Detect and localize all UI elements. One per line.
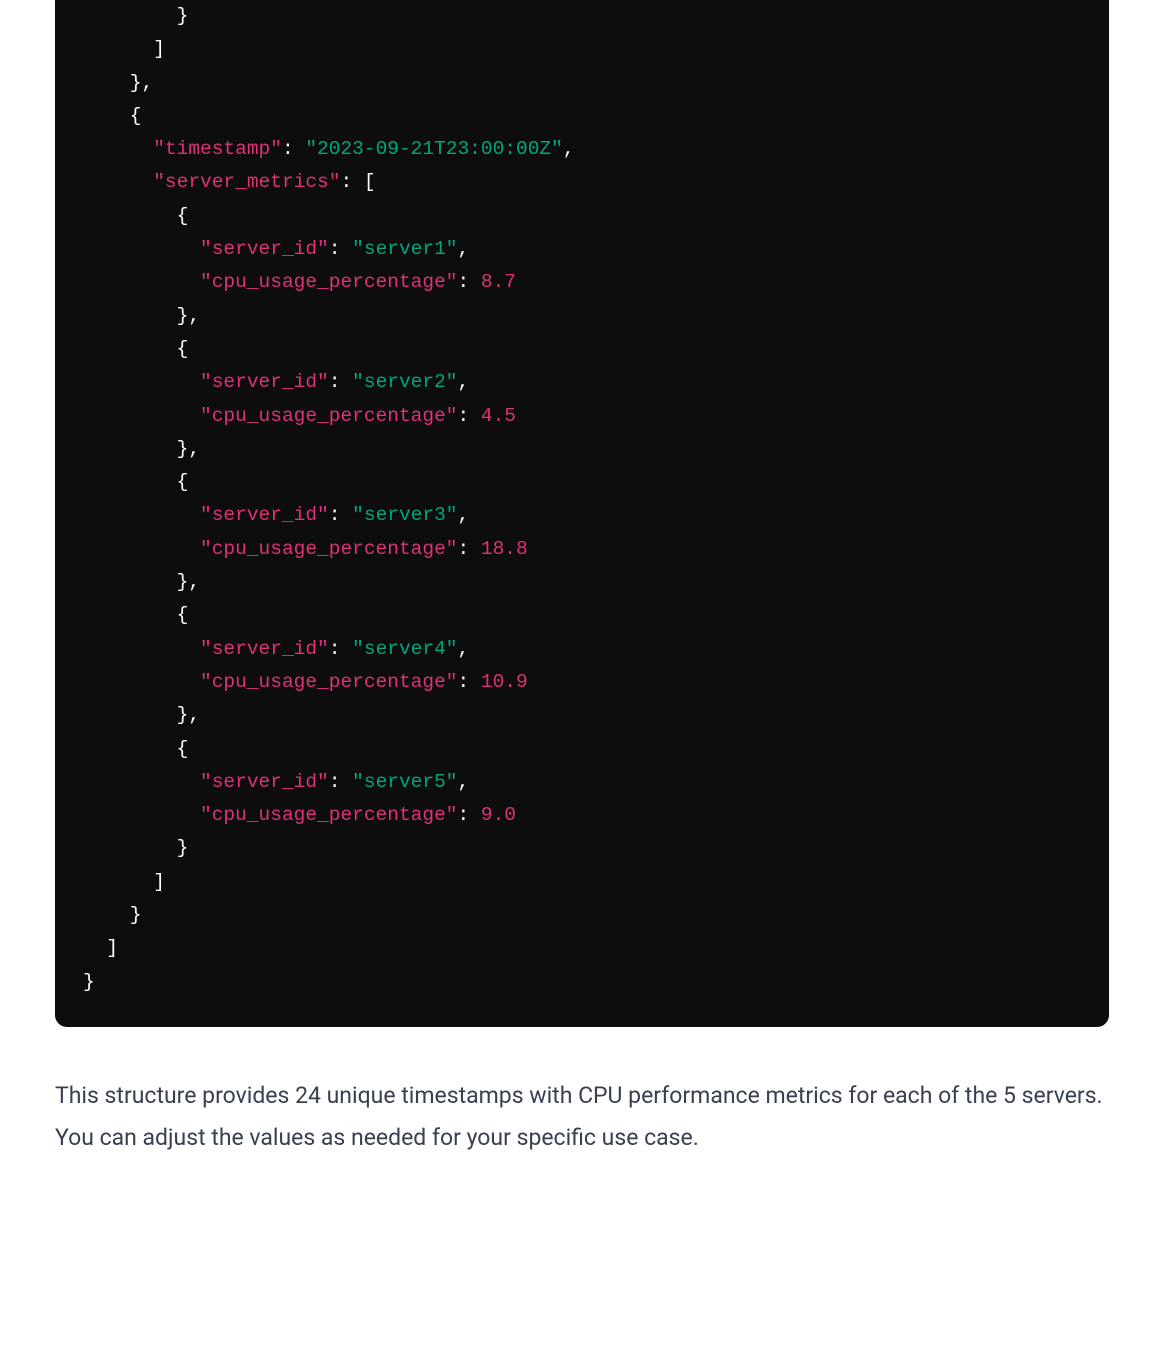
code-token: } xyxy=(83,5,188,27)
code-token xyxy=(83,371,200,393)
code-token: , xyxy=(458,638,470,660)
code-token: } xyxy=(83,971,95,993)
code-token: { xyxy=(83,738,188,760)
code-token: "cpu_usage_percentage" xyxy=(200,804,457,826)
code-token: }, xyxy=(83,305,200,327)
code-token xyxy=(83,771,200,793)
code-token xyxy=(83,238,200,260)
code-token: "server_id" xyxy=(200,238,329,260)
code-token xyxy=(83,538,200,560)
code-token: "server_id" xyxy=(200,504,329,526)
code-token: "cpu_usage_percentage" xyxy=(200,671,457,693)
code-token xyxy=(83,804,200,826)
code-token: : xyxy=(329,638,352,660)
code-token: : xyxy=(329,771,352,793)
code-token: "server_id" xyxy=(200,638,329,660)
code-token: ] xyxy=(83,937,118,959)
code-token: { xyxy=(83,604,188,626)
code-token: "timestamp" xyxy=(153,138,282,160)
code-token: 10.9 xyxy=(481,671,528,693)
code-token: : xyxy=(457,405,480,427)
explanation-text: This structure provides 24 unique timest… xyxy=(55,1075,1109,1159)
code-token: "server3" xyxy=(352,504,457,526)
code-token: "server_id" xyxy=(200,771,329,793)
code-token: : xyxy=(329,371,352,393)
code-token: "cpu_usage_percentage" xyxy=(200,271,457,293)
code-token: 18.8 xyxy=(481,538,528,560)
code-token: }, xyxy=(83,571,200,593)
code-token: "server2" xyxy=(352,371,457,393)
code-token: ] xyxy=(83,871,165,893)
code-token: : [ xyxy=(340,171,375,193)
code-token: }, xyxy=(83,438,200,460)
code-token: : xyxy=(282,138,305,160)
code-token: "server4" xyxy=(352,638,457,660)
code-token: 8.7 xyxy=(481,271,516,293)
code-token xyxy=(83,138,153,160)
code-token: }, xyxy=(83,72,153,94)
code-token: : xyxy=(457,804,480,826)
code-token: , xyxy=(458,771,470,793)
code-token: { xyxy=(83,105,142,127)
code-token xyxy=(83,271,200,293)
code-token: { xyxy=(83,338,188,360)
code-token: , xyxy=(458,504,470,526)
code-token: "server_id" xyxy=(200,371,329,393)
code-token: ] xyxy=(83,38,165,60)
code-token: : xyxy=(329,238,352,260)
code-token xyxy=(83,638,200,660)
code-token: } xyxy=(83,837,188,859)
code-token: "server5" xyxy=(352,771,457,793)
code-token: { xyxy=(83,471,188,493)
code-token: { xyxy=(83,205,188,227)
code-token xyxy=(83,671,200,693)
code-token: 9.0 xyxy=(481,804,516,826)
code-token: } xyxy=(83,904,142,926)
code-token xyxy=(83,405,200,427)
code-token: : xyxy=(329,504,352,526)
code-token: "cpu_usage_percentage" xyxy=(200,538,457,560)
code-token: : xyxy=(457,671,480,693)
code-token: }, xyxy=(83,704,200,726)
code-token: 4.5 xyxy=(481,405,516,427)
code-token: , xyxy=(458,238,470,260)
code-block[interactable]: } ] }, { "timestamp": "2023-09-21T23:00:… xyxy=(55,0,1109,1027)
code-token: : xyxy=(457,538,480,560)
code-token: "cpu_usage_percentage" xyxy=(200,405,457,427)
code-token: , xyxy=(563,138,575,160)
code-token: , xyxy=(458,371,470,393)
code-token: "server_metrics" xyxy=(153,171,340,193)
code-token: "2023-09-21T23:00:00Z" xyxy=(305,138,562,160)
code-token xyxy=(83,504,200,526)
code-token: "server1" xyxy=(352,238,457,260)
chat-message: } ] }, { "timestamp": "2023-09-21T23:00:… xyxy=(0,0,1164,1159)
code-token xyxy=(83,171,153,193)
code-token: : xyxy=(457,271,480,293)
